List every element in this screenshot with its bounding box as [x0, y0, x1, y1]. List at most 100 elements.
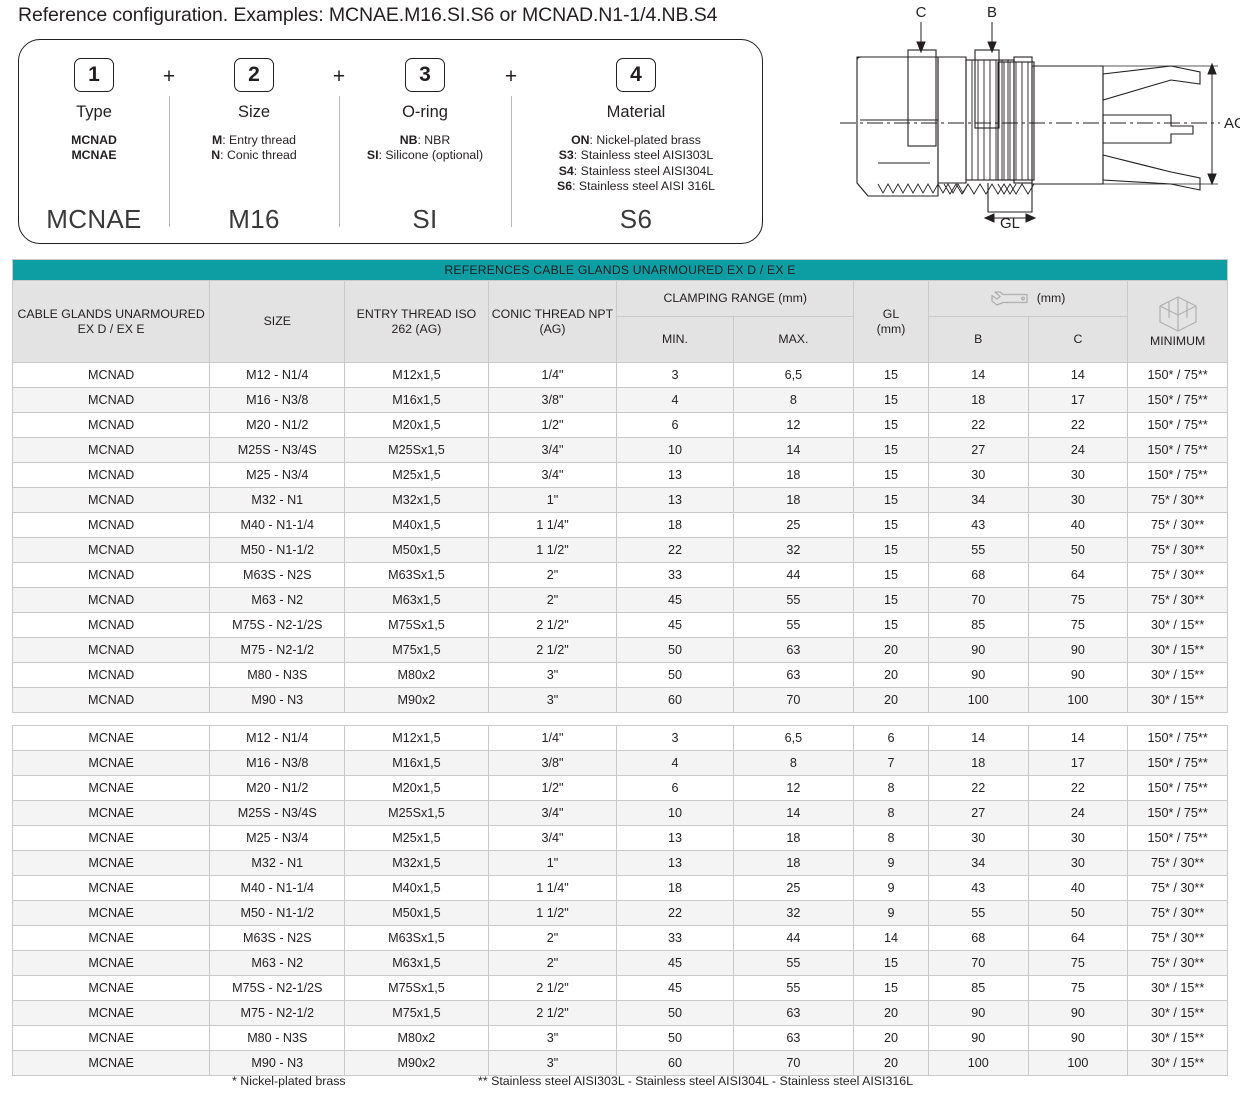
table-cell: 17	[1027, 387, 1129, 413]
table-cell: 150* / 75**	[1127, 462, 1228, 488]
table-banner-row: REFERENCES CABLE GLANDS UNARMOURED EX D …	[12, 259, 1228, 281]
table-cell: 14	[1027, 362, 1129, 388]
table-cell: 30* / 15**	[1127, 975, 1228, 1001]
table-cell: MCNAD	[11, 437, 211, 463]
config-option-mcnae: MCNAE	[71, 148, 117, 163]
table-cell: 13	[616, 487, 734, 513]
table-cell: 70	[927, 950, 1029, 976]
table-cell: 25	[732, 875, 855, 901]
table-cell: 63	[732, 662, 855, 688]
table-cell: 150* / 75**	[1127, 750, 1228, 776]
table-cell: M50x1,5	[344, 900, 489, 926]
table-cell: 27	[927, 800, 1029, 826]
col-header-min: MIN.	[616, 316, 734, 363]
table-cell: 50	[616, 1000, 734, 1026]
table-row: MCNAD M63 - N2 M63x1,5 2" 45 55 15 70 75 75* / 30…	[11, 587, 1228, 613]
col-header-entry-thread: ENTRY THREAD ISO 262 (AG)	[344, 280, 489, 363]
table-cell: 9	[853, 875, 929, 901]
table-cell: 50	[1027, 900, 1129, 926]
table-cell: 50	[616, 1025, 734, 1051]
table-cell: 63	[732, 1000, 855, 1026]
config-step-number: 4	[616, 58, 656, 92]
table-cell: 43	[927, 875, 1029, 901]
col-header-conic-thread: CONIC THREAD NPT (AG)	[487, 280, 618, 363]
table-cell: 75	[1027, 612, 1129, 638]
table-cell: 1/4"	[487, 362, 618, 388]
table-cell: 90	[1027, 662, 1129, 688]
table-cell: 14	[927, 725, 1029, 751]
drawing-label-gl: GL	[1000, 215, 1020, 232]
table-cell: MCNAE	[11, 725, 211, 751]
table-cell: 70	[927, 587, 1029, 613]
table-cell: 15	[853, 362, 929, 388]
table-cell: 3"	[487, 1050, 618, 1076]
col-header-type: CABLE GLANDS UNARMOURED EX D / EX E	[11, 280, 211, 363]
table-cell: 9	[853, 850, 929, 876]
table-cell: 10	[616, 437, 734, 463]
table-cell: 40	[1027, 875, 1129, 901]
table-row: MCNAD M25S - N3/4S M25Sx1,5 3/4" 10 14 15 27 24 1…	[11, 437, 1228, 463]
table-cell: 150* / 75**	[1127, 725, 1228, 751]
drawing-label-b: B	[987, 4, 997, 21]
table-cell: 24	[1027, 437, 1129, 463]
table-cell: 17	[1027, 750, 1129, 776]
table-body-mcnae: MCNAE M12 - N1/4 M12x1,5 1/4" 3 6,5 6 14 14 150* …	[11, 725, 1228, 1076]
table-cell: 3/4"	[487, 825, 618, 851]
col-header-minimum-label: MINIMUM	[1149, 333, 1206, 348]
table-cell: 6	[616, 412, 734, 438]
table-cell: 75* / 30**	[1127, 562, 1228, 588]
table-cell: M90x2	[344, 1050, 489, 1076]
col-header-max: MAX.	[732, 316, 855, 363]
table-row: MCNAD M16 - N3/8 M16x1,5 3/8" 4 8 15 18 17 150* /…	[11, 387, 1228, 413]
table-cell: 32	[732, 537, 855, 563]
table-cell: 1/2"	[487, 412, 618, 438]
table-cell: 90	[927, 1025, 1029, 1051]
table-cell: 18	[732, 462, 855, 488]
table-cell: 75	[1027, 975, 1129, 1001]
table-cell: 75	[1027, 950, 1129, 976]
table-cell: M25x1,5	[344, 462, 489, 488]
config-column-options: MCNAD MCNAE	[71, 133, 117, 164]
table-cell: 1"	[487, 487, 618, 513]
table-cell: 150* / 75**	[1127, 437, 1228, 463]
table-cell: MCNAE	[11, 950, 211, 976]
table-cell: M80x2	[344, 1025, 489, 1051]
table-cell: 30* / 15**	[1127, 1025, 1228, 1051]
config-option-m: M: Entry thread	[211, 133, 297, 147]
col-header-wrench-unit: (mm)	[1036, 291, 1066, 305]
table-cell: 75* / 30**	[1127, 487, 1228, 513]
table-cell: M32 - N1	[209, 850, 346, 876]
table-header: CABLE GLANDS UNARMOURED EX D / EX E SIZE…	[11, 280, 1228, 363]
table-cell: MCNAD	[11, 537, 211, 563]
config-example-value: M16	[228, 204, 280, 234]
table-cell: 24	[1027, 800, 1129, 826]
table-cell: 75* / 30**	[1127, 900, 1228, 926]
table-cell: M16 - N3/8	[209, 387, 346, 413]
table-cell: M40 - N1-1/4	[209, 875, 346, 901]
config-column-heading: Type	[76, 103, 112, 121]
table-row: MCNAD M75S - N2-1/2S M75Sx1,5 2 1/2" 45 55 15 8…	[11, 612, 1228, 638]
col-header-b: B	[927, 316, 1029, 363]
datasheet-page: Reference configuration. Examples: MCNAE…	[0, 0, 1240, 1100]
table-cell: MCNAE	[11, 850, 211, 876]
table-cell: M12x1,5	[344, 725, 489, 751]
table-cell: 100	[1027, 687, 1129, 713]
config-column-heading: Size	[237, 103, 271, 121]
dimension-ag	[1103, 62, 1218, 186]
table-row: MCNAD M25 - N3/4 M25x1,5 3/4" 13 18 15 30 30 150*…	[11, 462, 1228, 488]
table-row: MCNAE M25S - N3/4S M25Sx1,5 3/4" 10 14 8 27 24 15…	[11, 800, 1228, 826]
table-cell: MCNAE	[11, 825, 211, 851]
table-row: MCNAE M90 - N3 M90x2 3" 60 70 20 100 100 30* / 15…	[11, 1050, 1228, 1076]
table-cell: M90 - N3	[209, 687, 346, 713]
table-cell: 15	[853, 387, 929, 413]
table-cell: 150* / 75**	[1127, 362, 1228, 388]
table-cell: 4	[616, 387, 734, 413]
table-cell: MCNAD	[11, 362, 211, 388]
table-cell: 33	[616, 925, 734, 951]
table-cell: M20x1,5	[344, 775, 489, 801]
config-step-number: 2	[234, 58, 274, 92]
table-cell: M75 - N2-1/2	[209, 637, 346, 663]
table-cell: 4	[616, 750, 734, 776]
table-cell: 2"	[487, 587, 618, 613]
table-cell: 9	[853, 900, 929, 926]
